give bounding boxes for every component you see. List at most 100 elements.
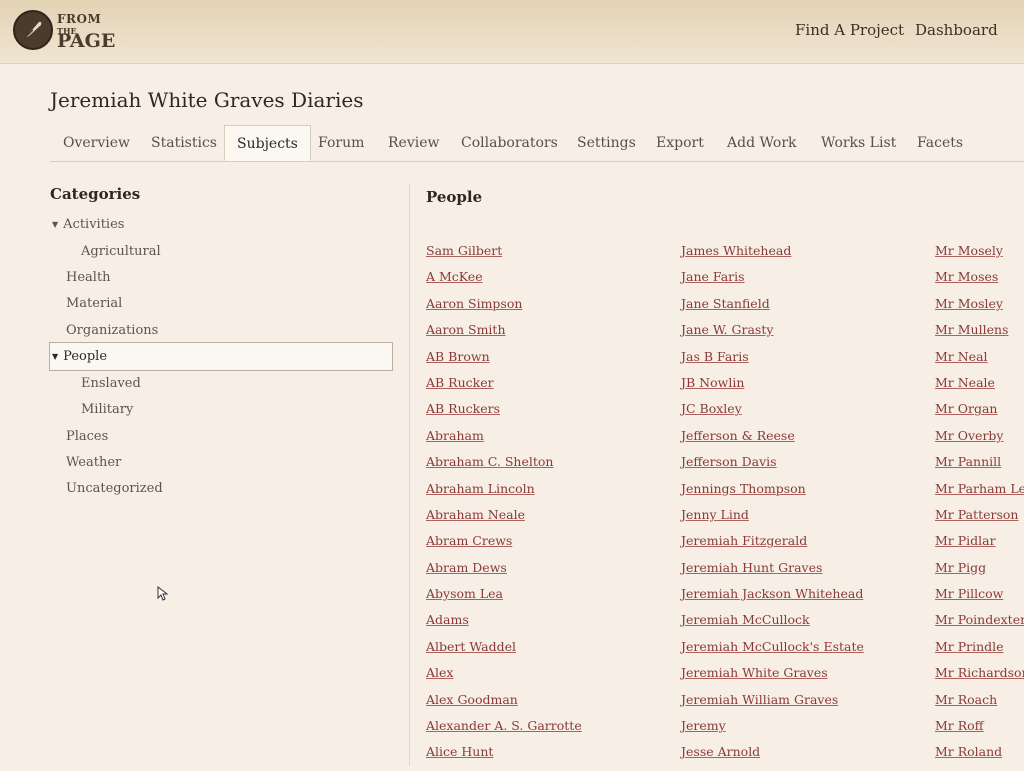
subject-link[interactable]: Alex	[426, 665, 582, 691]
expand-triangle-icon[interactable]: ▼	[52, 220, 58, 229]
subject-link[interactable]: Alex Goodman	[426, 692, 582, 718]
subject-link[interactable]: Jeremiah Jackson Whitehead	[681, 586, 864, 612]
category-material[interactable]: Material	[66, 296, 122, 311]
tab-forum[interactable]: Forum	[306, 125, 376, 161]
category-places[interactable]: Places	[66, 429, 108, 444]
subject-link[interactable]: Mr Overby	[935, 428, 1024, 454]
subject-link[interactable]: James Whitehead	[681, 243, 864, 269]
category-enslaved[interactable]: Enslaved	[81, 376, 141, 391]
subject-link[interactable]: Mr Mosley	[935, 296, 1024, 322]
logo-text-from: FROM	[57, 12, 102, 26]
subject-link[interactable]: Abraham Lincoln	[426, 481, 582, 507]
site-logo[interactable]: FROM THE PAGE	[13, 8, 133, 56]
tab-review[interactable]: Review	[376, 125, 451, 161]
subject-link[interactable]: Jeremiah Fitzgerald	[681, 533, 864, 559]
tab-collaborators[interactable]: Collaborators	[449, 125, 570, 161]
category-health[interactable]: Health	[66, 270, 111, 285]
subject-link[interactable]: Albert Waddel	[426, 639, 582, 665]
subject-link[interactable]: Jennings Thompson	[681, 481, 864, 507]
subject-link[interactable]: AB Brown	[426, 349, 582, 375]
subject-link[interactable]: Jeremiah William Graves	[681, 692, 864, 718]
top-header: FROM THE PAGE Find A Project Dashboard	[0, 0, 1024, 64]
subject-link[interactable]: Jas B Faris	[681, 349, 864, 375]
nav-dashboard[interactable]: Dashboard	[915, 21, 998, 39]
subject-link[interactable]: Jesse Arnold	[681, 744, 864, 770]
subject-link[interactable]: Aaron Smith	[426, 322, 582, 348]
subject-link[interactable]: JB Nowlin	[681, 375, 864, 401]
category-label: People	[63, 349, 108, 364]
subject-link[interactable]: Jane W. Grasty	[681, 322, 864, 348]
subject-column-1: Sam Gilbert A McKee Aaron Simpson Aaron …	[426, 243, 582, 771]
subject-link[interactable]: Mr Roach	[935, 692, 1024, 718]
subject-link[interactable]: Alice Hunt	[426, 744, 582, 770]
categories-heading: Categories	[50, 185, 141, 203]
subject-link[interactable]: Jefferson Davis	[681, 454, 864, 480]
subject-link[interactable]: Mr Mullens	[935, 322, 1024, 348]
subject-link[interactable]: Mr Poindexter	[935, 612, 1024, 638]
subject-link[interactable]: Mr Richardson	[935, 665, 1024, 691]
subject-link[interactable]: Abram Crews	[426, 533, 582, 559]
expand-triangle-icon[interactable]: ▼	[52, 352, 58, 361]
subject-link[interactable]: Mr Roff	[935, 718, 1024, 744]
subject-link[interactable]: Mr Patterson	[935, 507, 1024, 533]
subject-link[interactable]: Mr Moses	[935, 269, 1024, 295]
nav-find-project[interactable]: Find A Project	[795, 21, 904, 39]
subject-link[interactable]: Mr Parham Lev	[935, 481, 1024, 507]
category-activities[interactable]: ▼ Activities	[52, 217, 124, 232]
tab-bar: Overview Statistics Subjects Forum Revie…	[50, 125, 1024, 162]
category-weather[interactable]: Weather	[66, 455, 121, 470]
subject-link[interactable]: Jenny Lind	[681, 507, 864, 533]
tab-statistics[interactable]: Statistics	[139, 125, 229, 161]
subject-link[interactable]: Mr Neale	[935, 375, 1024, 401]
subject-link[interactable]: AB Ruckers	[426, 401, 582, 427]
subject-link[interactable]: Jeremy	[681, 718, 864, 744]
tab-export[interactable]: Export	[644, 125, 716, 161]
tab-add-work[interactable]: Add Work	[715, 125, 809, 161]
subject-link[interactable]: Jefferson & Reese	[681, 428, 864, 454]
subject-link[interactable]: Jeremiah White Graves	[681, 665, 864, 691]
subject-link[interactable]: Abraham Neale	[426, 507, 582, 533]
column-divider	[409, 183, 410, 766]
subject-link[interactable]: Abraham	[426, 428, 582, 454]
subject-link[interactable]: Mr Pannill	[935, 454, 1024, 480]
subject-link[interactable]: Jeremiah McCullock	[681, 612, 864, 638]
category-military[interactable]: Military	[81, 402, 133, 417]
subject-link[interactable]: A McKee	[426, 269, 582, 295]
tab-settings[interactable]: Settings	[565, 125, 648, 161]
subject-link[interactable]: Mr Pidlar	[935, 533, 1024, 559]
category-agricultural[interactable]: Agricultural	[81, 244, 161, 259]
people-heading: People	[426, 188, 483, 206]
subject-link[interactable]: Jeremiah Hunt Graves	[681, 560, 864, 586]
page-title: Jeremiah White Graves Diaries	[50, 88, 364, 112]
subject-link[interactable]: Alexander A. S. Garrotte	[426, 718, 582, 744]
subject-link[interactable]: Mr Roland	[935, 744, 1024, 770]
subject-link[interactable]: Aaron Simpson	[426, 296, 582, 322]
subject-link[interactable]: Jane Faris	[681, 269, 864, 295]
subject-link[interactable]: Adams	[426, 612, 582, 638]
subject-link[interactable]: Jane Stanfield	[681, 296, 864, 322]
mouse-pointer-icon	[157, 585, 169, 605]
subject-column-2: James Whitehead Jane Faris Jane Stanfiel…	[681, 243, 864, 771]
subject-link[interactable]: Abraham C. Shelton	[426, 454, 582, 480]
subject-link[interactable]: JC Boxley	[681, 401, 864, 427]
subject-column-3: Mr Mosely Mr Moses Mr Mosley Mr Mullens …	[935, 243, 1024, 771]
subject-link[interactable]: Mr Pigg	[935, 560, 1024, 586]
subject-link[interactable]: Mr Mosely	[935, 243, 1024, 269]
subject-link[interactable]: Abram Dews	[426, 560, 582, 586]
subject-link[interactable]: Abysom Lea	[426, 586, 582, 612]
subject-link[interactable]: Jeremiah McCullock's Estate	[681, 639, 864, 665]
tab-works-list[interactable]: Works List	[809, 125, 908, 161]
subject-link[interactable]: Mr Pillcow	[935, 586, 1024, 612]
tab-subjects[interactable]: Subjects	[224, 125, 311, 161]
subject-link[interactable]: Mr Organ	[935, 401, 1024, 427]
category-label: Activities	[63, 217, 125, 232]
subject-link[interactable]: Mr Neal	[935, 349, 1024, 375]
tab-overview[interactable]: Overview	[51, 125, 142, 161]
category-people[interactable]: ▼ People	[52, 349, 107, 364]
category-uncategorized[interactable]: Uncategorized	[66, 481, 163, 496]
tab-facets[interactable]: Facets	[905, 125, 975, 161]
subject-link[interactable]: AB Rucker	[426, 375, 582, 401]
category-organizations[interactable]: Organizations	[66, 323, 158, 338]
subject-link[interactable]: Sam Gilbert	[426, 243, 582, 269]
subject-link[interactable]: Mr Prindle	[935, 639, 1024, 665]
